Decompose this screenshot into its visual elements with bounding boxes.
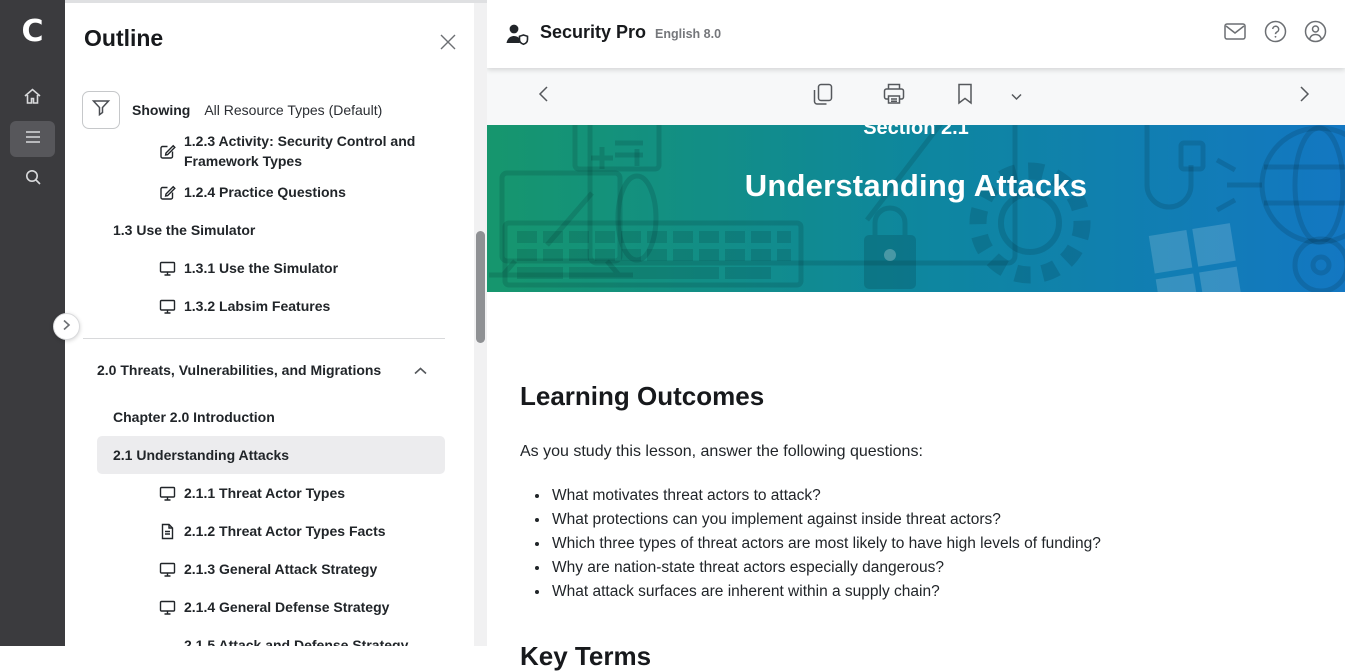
monitor-icon [159, 561, 176, 578]
outline-item-label: 1.3.1 Use the Simulator [184, 260, 338, 276]
menu-icon [24, 130, 42, 149]
edit-icon [159, 143, 176, 160]
help-button[interactable] [1255, 14, 1295, 54]
question-item: What attack surfaces are inherent within… [550, 580, 1312, 604]
chevron-up-icon[interactable] [413, 363, 428, 379]
outline-item[interactable]: Chapter 2.0 Introduction [65, 398, 474, 436]
outline-item[interactable]: 2.1.3 General Attack Strategy [65, 550, 474, 588]
outline-item[interactable]: 2.1.4 General Defense Strategy [65, 588, 474, 626]
outline-item[interactable]: 1.3 Use the Simulator [65, 211, 474, 249]
panel-title: Outline [84, 25, 163, 52]
question-item: What motivates threat actors to attack? [550, 484, 1312, 508]
monitor-icon [159, 260, 176, 277]
outline-scrollbar[interactable] [474, 3, 487, 646]
outline-item-label: 2.1.2 Threat Actor Types Facts [184, 523, 386, 539]
close-outline-button[interactable] [435, 31, 461, 57]
banner-text: Section 2.1 Understanding Attacks [487, 125, 1345, 204]
monitor-icon [159, 298, 176, 315]
banner-section-label: Section 2.1 [487, 125, 1345, 141]
outline-item[interactable]: 2.1.2 Threat Actor Types Facts [65, 512, 474, 550]
next-page-button[interactable] [1282, 75, 1326, 119]
outline-item-selected[interactable]: 2.1 Understanding Attacks [97, 436, 445, 474]
outline-item[interactable]: 1.3.1 Use the Simulator [65, 249, 474, 287]
outline-item-label: 2.0 Threats, Vulnerabilities, and Migrat… [97, 362, 381, 378]
learning-outcomes-heading: Learning Outcomes [520, 381, 1312, 412]
bookmark-icon [956, 83, 973, 110]
edit-icon [159, 184, 176, 201]
search-icon [24, 168, 42, 191]
mail-icon [1224, 23, 1246, 45]
course-brand: Security Pro English 8.0 [504, 22, 721, 46]
app-logo: C [0, 14, 65, 49]
filter-button[interactable] [82, 91, 120, 129]
question-item: Why are nation-state threat actors espec… [550, 556, 1312, 580]
outline-scrollbar-thumb[interactable] [476, 231, 485, 343]
monitor-icon [159, 485, 176, 502]
account-icon [1304, 20, 1327, 48]
previous-page-button[interactable] [521, 75, 565, 119]
person-shield-icon [504, 22, 530, 46]
question-item: Which three types of threat actors are m… [550, 532, 1312, 556]
outline-menu-button[interactable] [10, 121, 55, 157]
outline-item-label: 1.3 Use the Simulator [113, 222, 255, 238]
copy-button[interactable] [801, 75, 845, 119]
outline-item-label: Chapter 2.0 Introduction [113, 409, 275, 425]
outline-divider [83, 338, 445, 339]
copy-icon [812, 83, 833, 111]
filter-funnel-icon [91, 98, 111, 122]
main-content: Security Pro English 8.0 [487, 0, 1345, 646]
monitor-icon [159, 599, 176, 616]
header-actions [1215, 0, 1335, 68]
filter-label: Showing [132, 102, 190, 118]
outline-item[interactable]: 1.3.2 Labsim Features [65, 287, 474, 325]
home-icon [23, 87, 42, 111]
outline-item-label: 1.3.2 Labsim Features [184, 298, 330, 314]
print-icon [882, 83, 905, 110]
outline-item-label: 2.1.3 General Attack Strategy [184, 561, 377, 577]
outline-item[interactable]: 2.1.1 Threat Actor Types [65, 474, 474, 512]
lesson-toolbar [487, 68, 1345, 125]
filter-row: Showing All Resource Types (Default) [82, 91, 382, 129]
outline-tree: 1.2.3 Activity: Security Control and Fra… [65, 134, 474, 646]
outline-item-label: 1.2.3 Activity: Security Control and Fra… [184, 134, 430, 171]
lesson-intro: As you study this lesson, answer the fol… [520, 443, 1312, 461]
outline-item-label: 1.2.4 Practice Questions [184, 184, 346, 200]
home-button[interactable] [10, 81, 55, 117]
search-button[interactable] [10, 161, 55, 197]
outline-item-label: 2.1.5 Attack and Defense Strategy [184, 637, 408, 646]
course-subtitle: English 8.0 [655, 27, 721, 41]
bookmark-menu-button[interactable] [1002, 75, 1032, 119]
outline-item-label: 2.1.1 Threat Actor Types [184, 485, 345, 501]
close-icon [439, 33, 457, 56]
course-title: Security Pro [540, 22, 646, 43]
panel-expand-button[interactable] [53, 313, 80, 340]
forward-chevron-icon [1299, 85, 1310, 108]
outline-item[interactable]: 2.0 Threats, Vulnerabilities, and Migrat… [65, 351, 474, 389]
messages-button[interactable] [1215, 14, 1255, 54]
bookmark-button[interactable] [943, 75, 987, 119]
back-chevron-icon [538, 85, 549, 108]
question-list: What motivates threat actors to attack? … [550, 484, 1312, 604]
document-icon [159, 523, 176, 540]
section-banner: Section 2.1 Understanding Attacks [487, 125, 1345, 292]
outline-panel: Outline Showing All Resource Types (Defa… [65, 0, 487, 646]
outline-item[interactable]: 2.1.5 Attack and Defense Strategy [65, 626, 474, 646]
outline-item-label: 2.1.4 General Defense Strategy [184, 599, 389, 615]
chevron-down-icon [1011, 88, 1023, 106]
account-button[interactable] [1295, 14, 1335, 54]
chevron-right-icon [62, 318, 71, 336]
question-item: What protections can you implement again… [550, 508, 1312, 532]
lesson-article: Learning Outcomes As you study this less… [487, 381, 1345, 672]
blank-icon [159, 637, 176, 647]
help-icon [1264, 20, 1287, 48]
banner-title: Understanding Attacks [487, 168, 1345, 204]
outline-item[interactable]: 1.2.3 Activity: Security Control and Fra… [65, 134, 474, 173]
course-header: Security Pro English 8.0 [487, 0, 1345, 68]
outline-item[interactable]: 1.2.4 Practice Questions [65, 173, 474, 211]
print-button[interactable] [872, 75, 916, 119]
outline-item-label: 2.1 Understanding Attacks [113, 447, 289, 463]
filter-value: All Resource Types (Default) [204, 102, 382, 118]
